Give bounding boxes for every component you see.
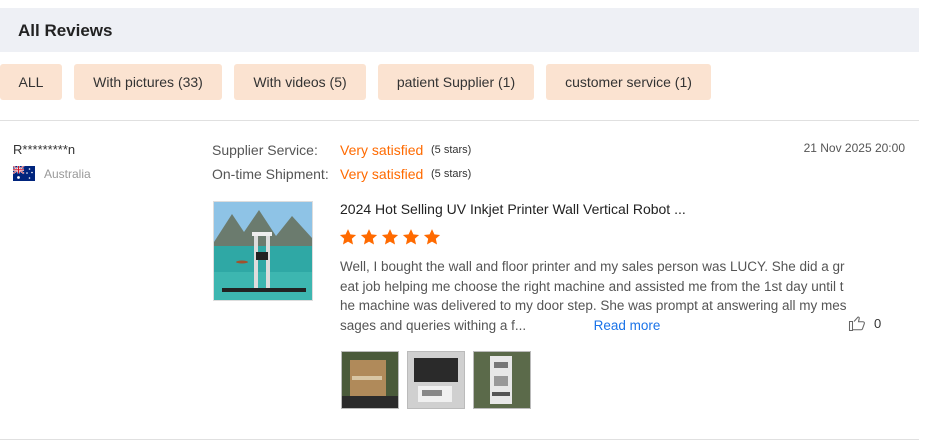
- review-text: Well, I bought the wall and floor printe…: [340, 257, 848, 335]
- australia-flag-icon: [13, 166, 35, 181]
- page-title: All Reviews: [18, 21, 113, 40]
- rating-label: Supplier Service:: [212, 142, 318, 158]
- review-photo-thumbnail[interactable]: [407, 351, 465, 409]
- helpful-count: 0: [874, 315, 882, 331]
- star-icon: [402, 229, 420, 245]
- thumbs-up-icon: [848, 316, 865, 332]
- star-icon: [423, 229, 441, 245]
- rating-label: On-time Shipment:: [212, 166, 329, 182]
- rating-stars-text: (5 stars): [431, 168, 472, 180]
- reviewer-country: Australia: [13, 166, 91, 181]
- divider: [0, 439, 919, 440]
- review-photo-thumbnail[interactable]: [341, 351, 399, 409]
- filter-patient-supplier[interactable]: patient Supplier (1): [378, 64, 534, 100]
- filter-with-pictures[interactable]: With pictures (33): [74, 64, 222, 100]
- rating-value: Very satisfied: [340, 166, 424, 182]
- star-rating: [339, 228, 441, 246]
- review-date: 21 Nov 2025 20:00: [803, 141, 905, 155]
- product-title[interactable]: 2024 Hot Selling UV Inkjet Printer Wall …: [340, 201, 686, 217]
- star-icon: [381, 229, 399, 245]
- rating-stars-text: (5 stars): [431, 144, 472, 156]
- filter-with-videos[interactable]: With videos (5): [234, 64, 366, 100]
- helpful-button[interactable]: 0: [848, 314, 881, 332]
- filter-customer-service[interactable]: customer service (1): [546, 64, 711, 100]
- review-photos: [341, 351, 531, 409]
- reviews-header: All Reviews: [0, 8, 919, 52]
- divider: [0, 120, 919, 121]
- filter-all[interactable]: ALL: [0, 64, 62, 100]
- rating-value: Very satisfied: [340, 142, 424, 158]
- star-icon: [339, 229, 357, 245]
- star-icon: [360, 229, 378, 245]
- reviewer-name: R*********n: [13, 142, 76, 157]
- read-more-link[interactable]: Read more: [594, 318, 661, 333]
- country-label: Australia: [44, 166, 91, 181]
- review-photo-thumbnail[interactable]: [473, 351, 531, 409]
- product-image[interactable]: [213, 201, 313, 301]
